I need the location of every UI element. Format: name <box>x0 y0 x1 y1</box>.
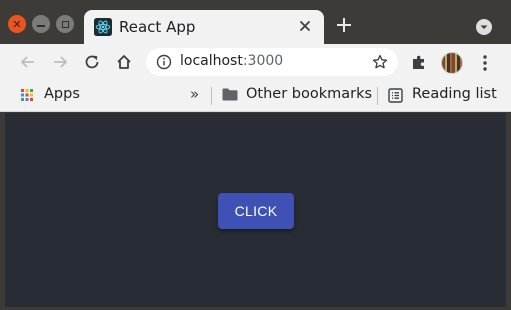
bookmark-reading-list[interactable]: Reading list <box>412 86 497 102</box>
apps-grid-icon[interactable] <box>21 89 33 101</box>
profile-avatar[interactable] <box>441 52 463 74</box>
bookmarks-divider <box>377 87 378 105</box>
reading-list-icon <box>388 88 403 103</box>
maximize-icon <box>61 20 69 28</box>
bookmark-other-bookmarks[interactable]: Other bookmarks <box>246 86 372 102</box>
back-arrow-icon[interactable] <box>19 53 37 71</box>
url-host: localhost <box>180 53 243 69</box>
page-viewport: CLICK <box>5 113 506 307</box>
url-text[interactable]: localhost:3000 <box>180 53 283 69</box>
url-port: :3000 <box>242 53 284 69</box>
kebab-menu-icon[interactable] <box>482 54 488 72</box>
bookmarks-divider <box>211 87 212 105</box>
react-logo-icon <box>94 18 112 36</box>
bookmarks-overflow-chevron[interactable]: » <box>190 85 199 103</box>
folder-icon <box>222 88 238 101</box>
bookmark-apps[interactable]: Apps <box>44 86 80 102</box>
reload-icon[interactable] <box>83 53 101 71</box>
window-maximize-button[interactable] <box>56 15 74 33</box>
browser-toolbar: localhost:3000 <box>0 44 511 80</box>
forward-arrow-icon[interactable] <box>51 53 69 71</box>
star-icon[interactable] <box>372 54 388 70</box>
tab-react-app[interactable]: React App <box>84 10 324 44</box>
bookmarks-bar: Apps » Other bookmarks Reading list <box>0 80 511 112</box>
tab-title: React App <box>119 18 196 36</box>
window-close-button[interactable]: ✕ <box>8 15 26 33</box>
close-icon: ✕ <box>12 17 22 31</box>
click-button[interactable]: CLICK <box>218 193 294 229</box>
new-tab-plus-icon[interactable] <box>336 17 352 33</box>
info-icon[interactable] <box>156 54 172 70</box>
browser-window: ✕ React App localhost:3000 Apps » Other … <box>0 0 511 310</box>
tab-search-button[interactable] <box>476 19 492 35</box>
chevron-down-icon <box>480 25 488 29</box>
window-minimize-button[interactable] <box>32 15 50 33</box>
home-icon[interactable] <box>115 53 133 71</box>
tab-close-icon[interactable] <box>296 17 314 35</box>
tab-strip: ✕ React App <box>0 0 511 44</box>
extensions-puzzle-icon[interactable] <box>410 54 428 72</box>
minimize-icon <box>37 25 45 27</box>
address-bar[interactable]: localhost:3000 <box>146 48 398 76</box>
